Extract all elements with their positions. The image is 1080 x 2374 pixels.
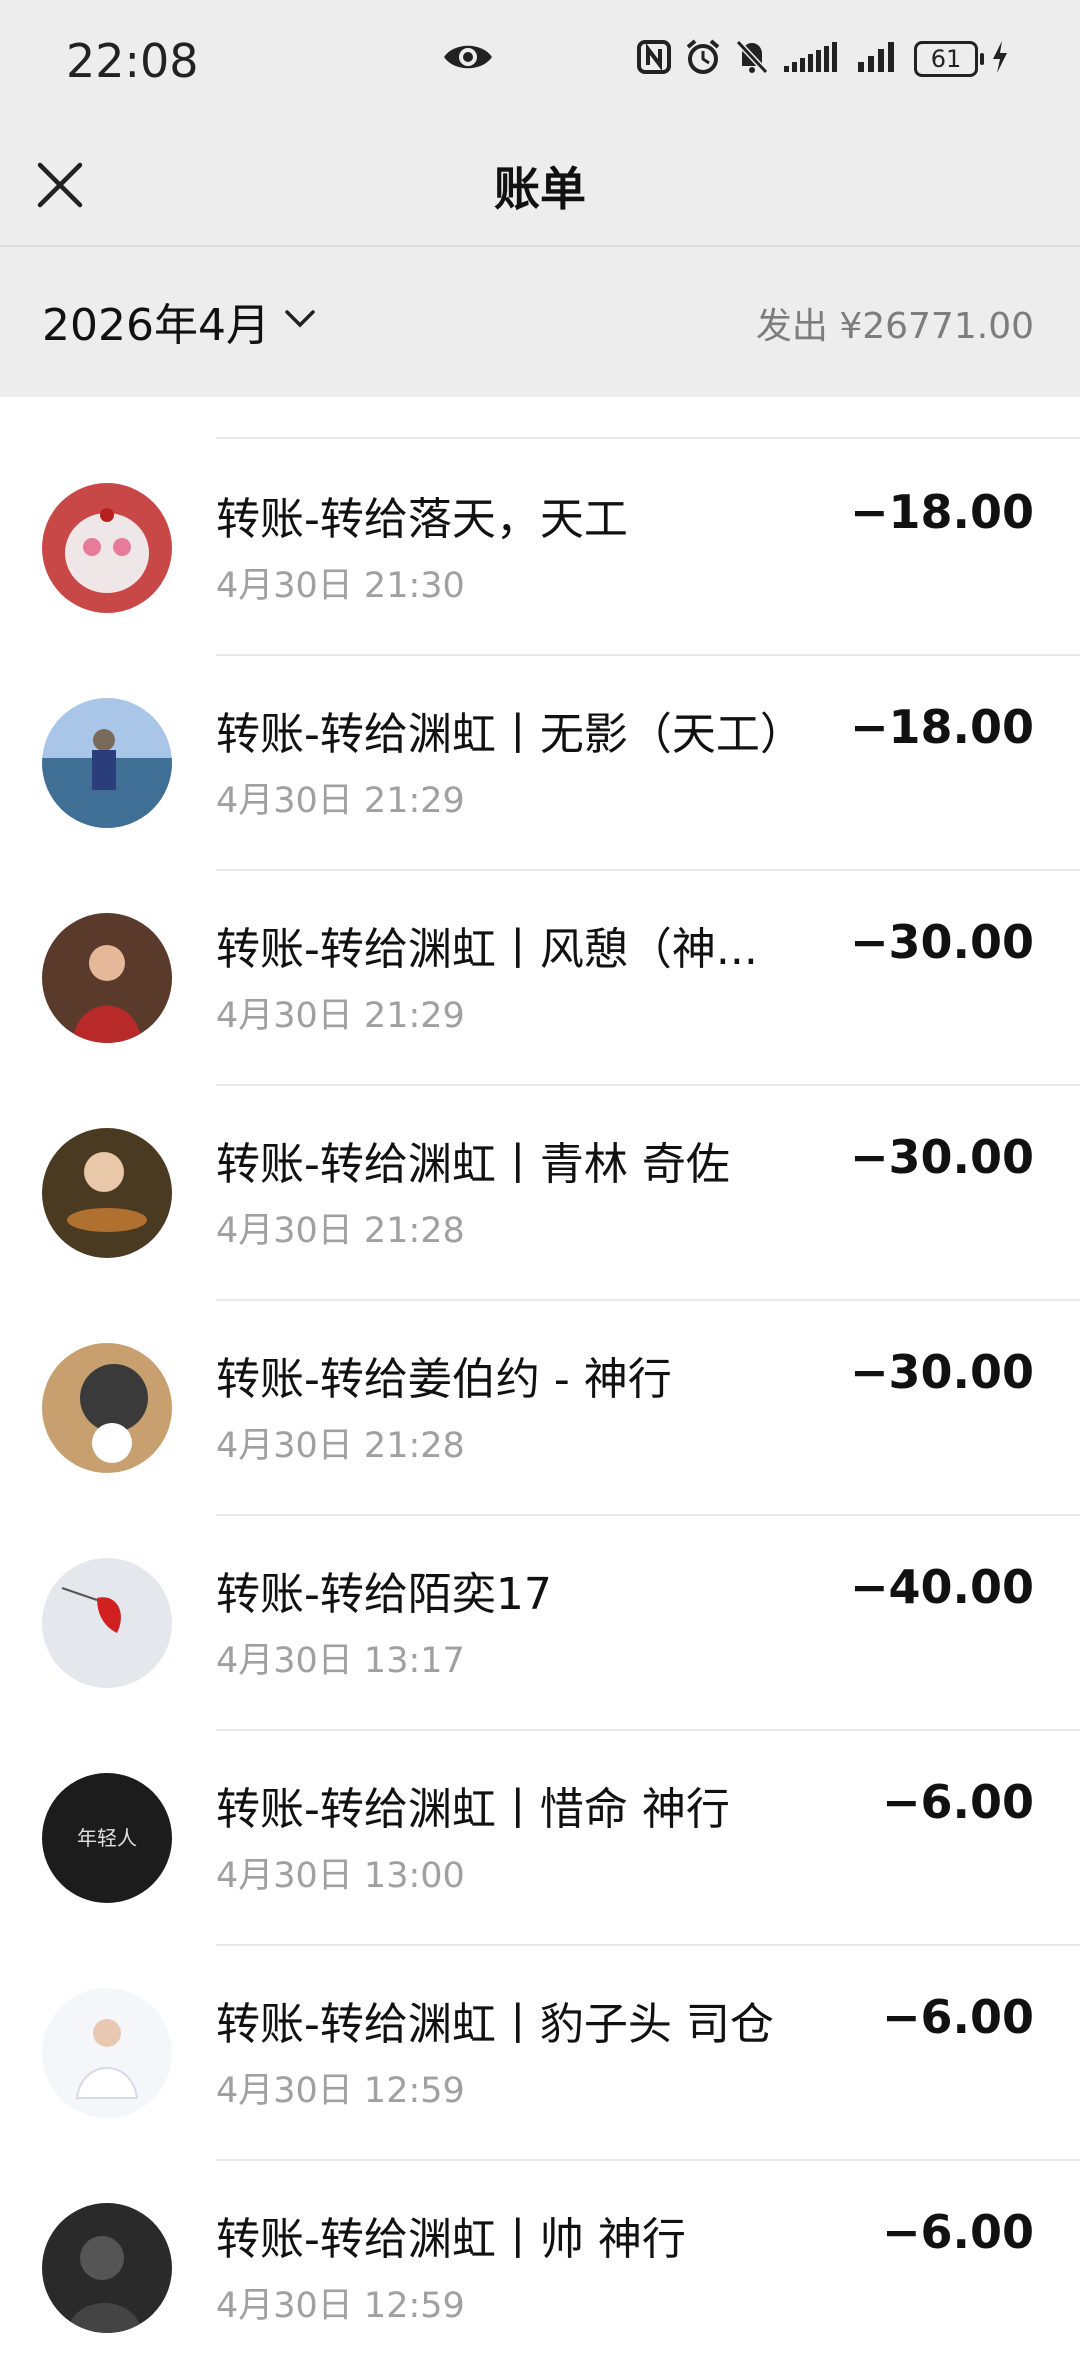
status-icons: 61 (636, 38, 1010, 80)
avatar (42, 483, 172, 613)
divider (216, 397, 1080, 439)
list-item[interactable]: 转账-转给陌奕17 4月30日 13:17 −40.00 (0, 1514, 1080, 1731)
list-item[interactable]: 年轻人 转账-转给渊虹丨惜命 神行 4月30日 13:00 −6.00 (0, 1729, 1080, 1946)
transaction-amount: −30.00 (849, 1345, 1034, 1399)
transaction-amount: −18.00 (849, 700, 1034, 754)
transaction-title: 转账-转给渊虹丨青林 奇佐 (216, 1139, 730, 1190)
avatar (42, 1343, 172, 1473)
transaction-title: 转账-转给姜伯约 - 神行 (216, 1354, 672, 1405)
chevron-down-icon (284, 308, 316, 334)
month-label: 2026年4月 (42, 300, 270, 351)
list-item[interactable]: 转账-转给姜伯约 - 神行 4月30日 21:28 −30.00 (0, 1299, 1080, 1516)
transaction-time: 4月30日 13:00 (216, 1856, 465, 1896)
transaction-time: 4月30日 21:28 (216, 1426, 465, 1466)
transaction-time: 4月30日 21:30 (216, 566, 465, 606)
status-bar: 22:08 61 (0, 0, 1080, 125)
transaction-time: 4月30日 12:59 (216, 2071, 465, 2111)
month-selector[interactable]: 2026年4月 (42, 289, 316, 353)
list-item[interactable]: 转账-转给渊虹丨风憩（神... 4月30日 21:29 −30.00 (0, 869, 1080, 1086)
avatar (42, 1988, 172, 2118)
transaction-amount: −18.00 (849, 485, 1034, 539)
signal-icon (856, 40, 902, 78)
transaction-amount: −6.00 (881, 1990, 1034, 2044)
avatar (42, 913, 172, 1043)
signal-icon (782, 40, 844, 78)
transaction-time: 4月30日 12:59 (216, 2286, 465, 2326)
list-item[interactable]: 转账-转给渊虹丨无影（天工） 4月30日 21:29 −18.00 (0, 654, 1080, 871)
svg-text:年轻人: 年轻人 (77, 1826, 137, 1850)
expense-summary: 发出 ¥26771.00 (755, 306, 1034, 347)
avatar: 年轻人 (42, 1773, 172, 1903)
avatar (42, 1558, 172, 1688)
avatar (42, 2203, 172, 2333)
list-item[interactable]: 转账-转给渊虹丨帅 神行 4月30日 12:59 −6.00 (0, 2159, 1080, 2374)
transaction-title: 转账-转给渊虹丨风憩（神... (216, 924, 758, 975)
nfc-icon (636, 39, 672, 79)
battery-icon: 61 (914, 41, 984, 77)
page-title: 账单 (494, 162, 586, 216)
status-time: 22:08 (66, 34, 199, 88)
transaction-amount: −30.00 (849, 915, 1034, 969)
alarm-icon (684, 38, 722, 80)
transaction-title: 转账-转给渊虹丨无影（天工） (216, 709, 804, 760)
transaction-time: 4月30日 13:17 (216, 1641, 465, 1681)
transaction-time: 4月30日 21:29 (216, 781, 465, 821)
transaction-time: 4月30日 21:28 (216, 1211, 465, 1251)
list-item[interactable]: 转账-转给渊虹丨豹子头 司仓 4月30日 12:59 −6.00 (0, 1944, 1080, 2161)
transaction-title: 转账-转给渊虹丨惜命 神行 (216, 1784, 730, 1835)
transaction-amount: −30.00 (849, 1130, 1034, 1184)
transaction-list: 转账-转给落天，天工 4月30日 21:30 −18.00 转账-转给渊虹丨无影… (0, 397, 1080, 2374)
month-filter-bar: 2026年4月 发出 ¥26771.00 (0, 247, 1080, 397)
charging-icon (990, 39, 1010, 79)
transaction-amount: −6.00 (881, 1775, 1034, 1829)
transaction-title: 转账-转给落天，天工 (216, 494, 628, 545)
transaction-amount: −40.00 (849, 1560, 1034, 1614)
transaction-title: 转账-转给渊虹丨帅 神行 (216, 2214, 686, 2265)
mute-icon (734, 38, 770, 80)
list-item[interactable]: 转账-转给渊虹丨青林 奇佐 4月30日 21:28 −30.00 (0, 1084, 1080, 1301)
transaction-time: 4月30日 21:29 (216, 996, 465, 1036)
transaction-amount: −6.00 (881, 2205, 1034, 2259)
transaction-title: 转账-转给渊虹丨豹子头 司仓 (216, 1999, 774, 2050)
nav-bar: 账单 (0, 125, 1080, 247)
list-item[interactable]: 转账-转给落天，天工 4月30日 21:30 −18.00 (0, 439, 1080, 656)
eye-icon (442, 40, 494, 78)
avatar (42, 698, 172, 828)
transaction-title: 转账-转给陌奕17 (216, 1569, 552, 1620)
avatar (42, 1128, 172, 1258)
